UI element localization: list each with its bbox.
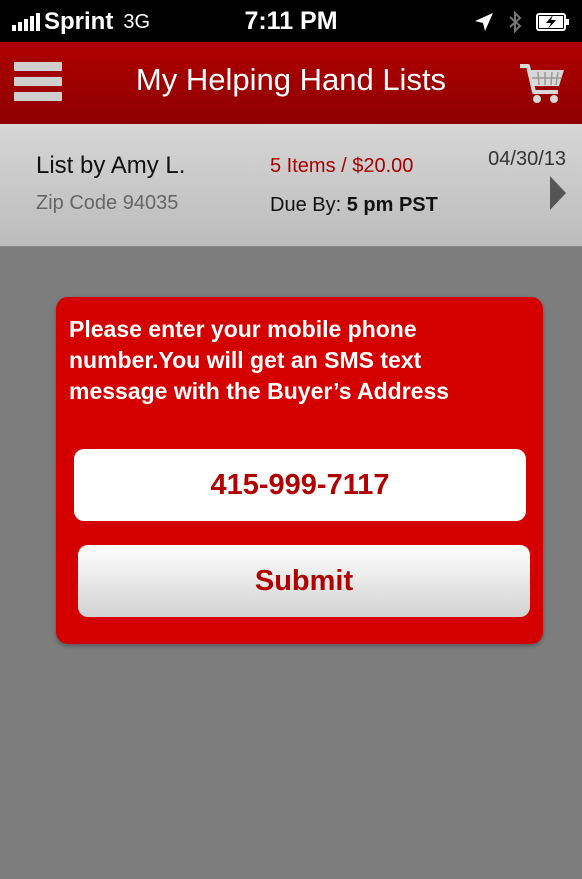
phone-dialog: Please enter your mobile phone number.Yo… (56, 297, 543, 644)
list-item[interactable]: List by Amy L. Zip Code 94035 5 Items / … (0, 124, 582, 247)
page-title: My Helping Hand Lists (135, 62, 447, 97)
shopping-cart-icon[interactable] (518, 60, 566, 106)
dialog-message: Please enter your mobile phone number.Yo… (69, 316, 450, 404)
status-bar: Sprint 3G 7:11 PM (0, 0, 582, 42)
status-right (474, 9, 570, 35)
battery-charging-icon (536, 13, 569, 31)
bluetooth-icon (509, 10, 522, 34)
submit-button[interactable]: Submit (78, 545, 530, 617)
list-zip-code: Zip Code 94035 (36, 192, 179, 214)
list-owner: List by Amy L. (36, 152, 186, 179)
location-arrow-icon (475, 13, 493, 31)
due-label: Due By: (270, 194, 347, 216)
due-value: 5 pm PST (346, 194, 438, 216)
due-by: Due By: 5 pm PST (270, 194, 438, 217)
items-summary: 5 Items / $20.00 (270, 155, 414, 177)
phone-number-input[interactable] (74, 449, 526, 521)
list-date: 04/30/13 (488, 148, 566, 170)
chevron-right-icon[interactable] (550, 176, 566, 210)
app-header: My Helping Hand Lists (0, 42, 582, 125)
